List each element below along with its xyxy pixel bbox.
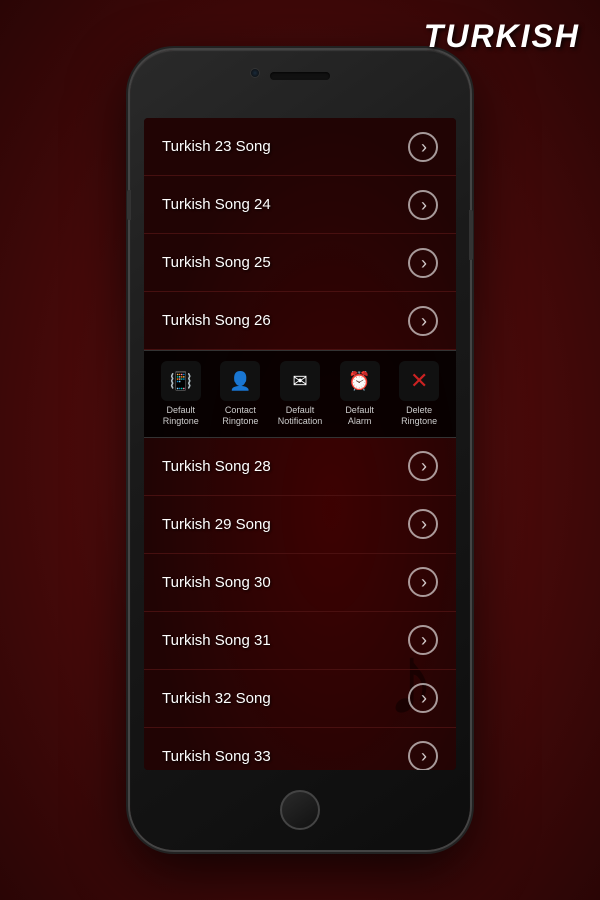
chevron-button[interactable] — [408, 625, 438, 655]
contact-ringtone-button[interactable]: 👤 Contact Ringtone — [214, 361, 268, 427]
chevron-button[interactable] — [408, 306, 438, 336]
default-ringtone-icon: 📳 — [161, 361, 201, 401]
phone-camera — [250, 68, 260, 78]
popup-box: 📳 Default Ringtone 👤 Contact Ringtone ✉ … — [154, 357, 446, 431]
home-button[interactable] — [280, 790, 320, 830]
song-name: Turkish Song 30 — [162, 574, 271, 591]
delete-ringtone-icon: ✕ — [399, 361, 439, 401]
default-notification-button[interactable]: ✉ Default Notification — [273, 361, 327, 427]
default-notification-icon: ✉ — [280, 361, 320, 401]
chevron-button[interactable] — [408, 190, 438, 220]
song-name: Turkish 23 Song — [162, 138, 271, 155]
phone-screen: ♪ Turkish 23 Song Turkish Song 24 Turkis… — [144, 118, 456, 770]
song-name: Turkish Song 33 — [162, 748, 271, 765]
chevron-button[interactable] — [408, 451, 438, 481]
song-item[interactable]: Turkish 23 Song — [144, 118, 456, 176]
chevron-button[interactable] — [408, 132, 438, 162]
app-title: TURKISH — [424, 18, 580, 55]
delete-ringtone-button[interactable]: ✕ Delete Ringtone — [392, 361, 446, 427]
side-button-right — [469, 210, 473, 260]
chevron-button[interactable] — [408, 248, 438, 278]
contact-ringtone-icon: 👤 — [220, 361, 260, 401]
default-alarm-button[interactable]: ⏰ Default Alarm — [333, 361, 387, 427]
song-name: Turkish 32 Song — [162, 690, 271, 707]
default-alarm-icon: ⏰ — [340, 361, 380, 401]
song-item[interactable]: Turkish Song 24 — [144, 176, 456, 234]
song-name: Turkish 29 Song — [162, 516, 271, 533]
song-name: Turkish Song 28 — [162, 458, 271, 475]
default-alarm-label: Default Alarm — [333, 405, 387, 427]
default-notification-label: Default Notification — [273, 405, 327, 427]
chevron-button[interactable] — [408, 567, 438, 597]
song-item[interactable]: Turkish Song 31 — [144, 612, 456, 670]
chevron-button[interactable] — [408, 741, 438, 770]
contact-ringtone-label: Contact Ringtone — [214, 405, 268, 427]
side-button-left — [127, 190, 131, 220]
phone-frame: ♪ Turkish 23 Song Turkish Song 24 Turkis… — [130, 50, 470, 850]
default-ringtone-button[interactable]: 📳 Default Ringtone — [154, 361, 208, 427]
song-item[interactable]: Turkish Song 28 — [144, 438, 456, 496]
default-ringtone-label: Default Ringtone — [154, 405, 208, 427]
song-name: Turkish Song 24 — [162, 196, 271, 213]
song-item[interactable]: Turkish Song 33 — [144, 728, 456, 770]
delete-ringtone-label: Delete Ringtone — [392, 405, 446, 427]
song-item[interactable]: Turkish 32 Song — [144, 670, 456, 728]
song-item[interactable]: Turkish Song 26 — [144, 292, 456, 350]
song-item[interactable]: Turkish Song 25 — [144, 234, 456, 292]
phone-speaker — [270, 72, 330, 80]
chevron-button[interactable] — [408, 509, 438, 539]
song-item[interactable]: Turkish Song 30 — [144, 554, 456, 612]
song-name: Turkish Song 25 — [162, 254, 271, 271]
chevron-button[interactable] — [408, 683, 438, 713]
song-list: Turkish 23 Song Turkish Song 24 Turkish … — [144, 118, 456, 770]
song-name: Turkish Song 26 — [162, 312, 271, 329]
song-name: Turkish Song 31 — [162, 632, 271, 649]
action-popup: 📳 Default Ringtone 👤 Contact Ringtone ✉ … — [144, 350, 456, 438]
song-item[interactable]: Turkish 29 Song — [144, 496, 456, 554]
